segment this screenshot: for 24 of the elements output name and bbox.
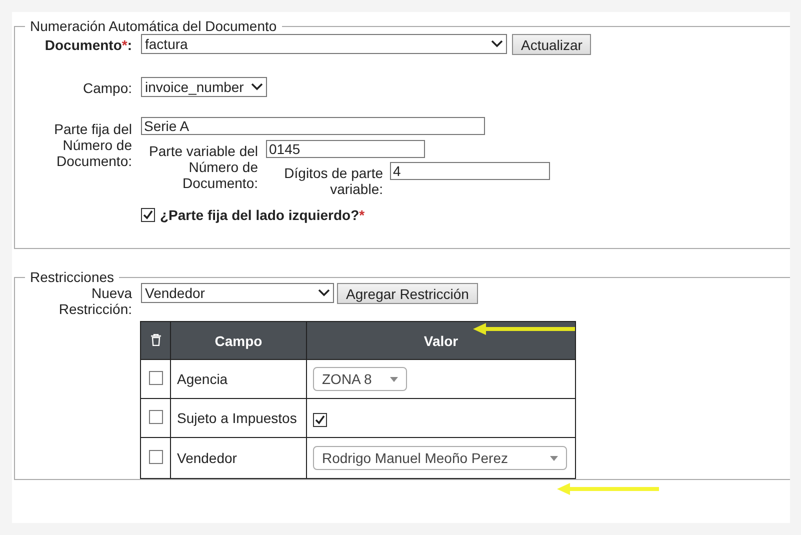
field-label: Parte fija del Número de Documento: [53, 120, 132, 169]
field-label: Documento*: [44, 36, 132, 53]
checkbox-label: ¿Parte fija del lado izquierdo?* [160, 207, 365, 223]
field-select[interactable]: invoice_number [141, 77, 267, 97]
field-label: Dígitos de parte variable: [283, 164, 383, 197]
table-cell: Sujeto a Impuestos [177, 410, 297, 426]
column-header: Campo [170, 322, 306, 360]
table-cell: Vendedor [177, 450, 237, 466]
input-field[interactable]: 4 [390, 162, 550, 180]
restriction-select[interactable]: Vendedor [141, 283, 334, 303]
value-select[interactable]: ZONA 8 [313, 367, 407, 391]
field-label: Parte variable del Número de Documento: [148, 142, 258, 191]
add-restriction-button[interactable]: Agregar Restricción [337, 283, 478, 304]
field-label: Nueva Restricción: [58, 284, 132, 317]
table-cell: Agencia [177, 371, 228, 387]
document-select[interactable]: factura [141, 34, 507, 54]
update-button[interactable]: Actualizar [512, 34, 592, 55]
section-legend: Numeración Automática del Documento [25, 18, 282, 34]
column-header: Valor [306, 322, 576, 360]
field-label: Campo: [82, 79, 132, 96]
value-select[interactable]: Rodrigo Manuel Meoño Perez [313, 446, 567, 470]
input-field[interactable]: Serie A [141, 117, 485, 135]
input-field[interactable]: 0145 [266, 140, 425, 158]
section-legend: Restricciones [25, 269, 120, 285]
